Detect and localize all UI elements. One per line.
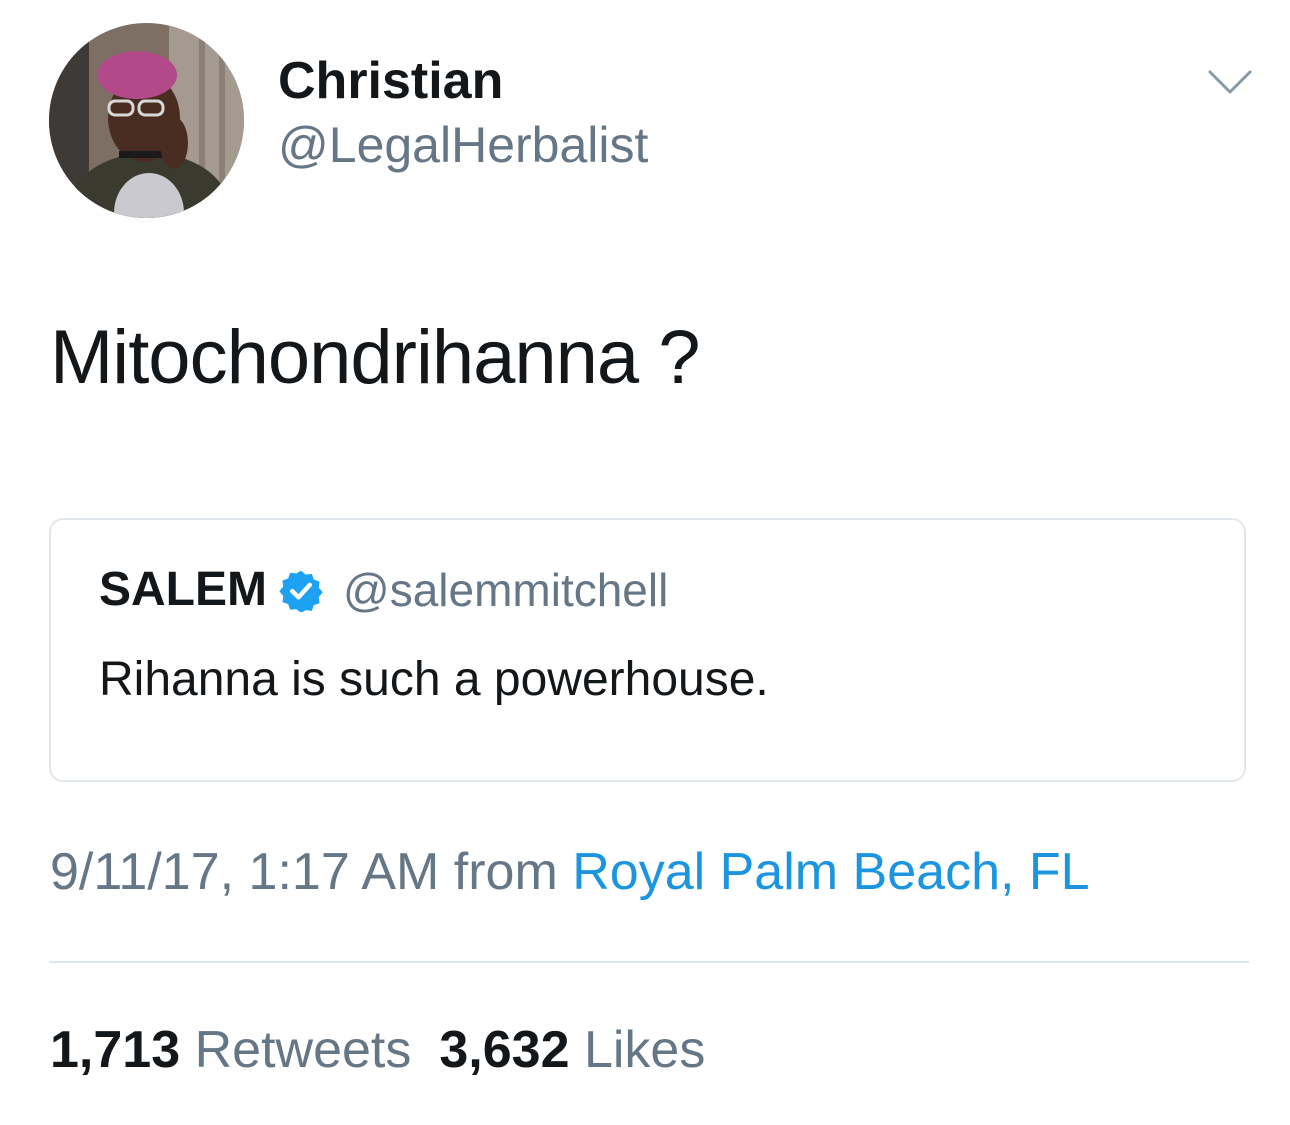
retweets-label: Retweets bbox=[194, 1021, 412, 1079]
quoted-tweet-header: SALEM @salemmitchell bbox=[99, 560, 668, 620]
retweets-count: 1,713 bbox=[50, 1021, 181, 1079]
quoted-tweet-card[interactable]: SALEM @salemmitchell Rihanna is such a p… bbox=[49, 518, 1246, 782]
chevron-down-icon[interactable] bbox=[1200, 60, 1260, 104]
tweet-text: Mitochondrihanna ? bbox=[50, 315, 701, 400]
divider bbox=[49, 961, 1249, 963]
tweet-timestamp[interactable]: 9/11/17, 1:17 AM bbox=[50, 843, 439, 901]
likes-label: Likes bbox=[583, 1021, 706, 1079]
tweet-from-label: from bbox=[453, 843, 558, 901]
avatar[interactable] bbox=[49, 23, 244, 218]
retweets-stat[interactable]: 1,713 Retweets bbox=[50, 1021, 411, 1079]
verified-badge-icon bbox=[279, 568, 323, 612]
quoted-author-handle: @salemmitchell bbox=[343, 564, 669, 616]
tweet-author: Christian @LegalHerbalist bbox=[278, 50, 648, 176]
avatar-image bbox=[49, 23, 244, 218]
quoted-author-name: SALEM bbox=[99, 563, 267, 616]
likes-count: 3,632 bbox=[439, 1021, 570, 1079]
quoted-tweet-text: Rihanna is such a powerhouse. bbox=[99, 653, 769, 706]
author-handle[interactable]: @LegalHerbalist bbox=[278, 114, 648, 176]
tweet-meta: 9/11/17, 1:17 AM from Royal Palm Beach, … bbox=[50, 840, 1090, 904]
likes-stat[interactable]: 3,632 Likes bbox=[439, 1021, 705, 1079]
tweet-location-link[interactable]: Royal Palm Beach, FL bbox=[572, 843, 1089, 901]
tweet-stats: 1,713 Retweets 3,632 Likes bbox=[50, 1018, 705, 1082]
author-display-name[interactable]: Christian bbox=[278, 50, 648, 112]
